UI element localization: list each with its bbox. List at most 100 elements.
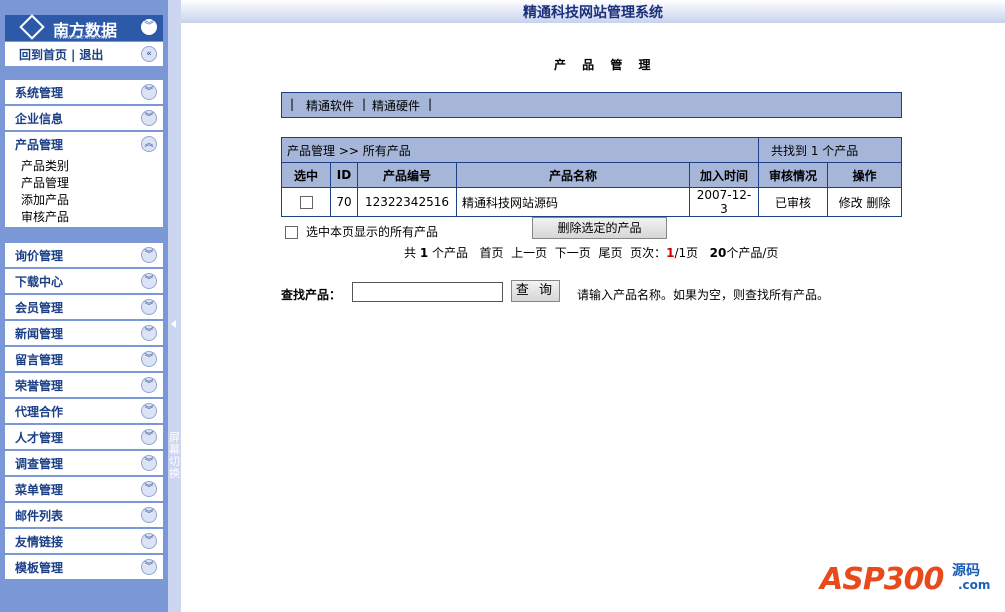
pager-text: 共 bbox=[404, 246, 420, 260]
pager-prev[interactable]: 上一页 bbox=[511, 246, 547, 260]
sidebar-item-label: 询价管理 bbox=[15, 249, 64, 263]
result-count: 共找到 1 个产品 bbox=[758, 137, 902, 163]
sidebar-item-members[interactable]: 会员管理 ︾ bbox=[5, 295, 163, 319]
screen-switch-bar[interactable]: 屏幕切换 bbox=[168, 0, 181, 612]
home-link[interactable]: 回到首页 bbox=[19, 48, 67, 62]
sidebar-item-download[interactable]: 下载中心 ︾ bbox=[5, 269, 163, 293]
pager-total: 1 bbox=[419, 246, 429, 260]
table-row: 70 12322342516 精通科技网站源码 2007-12-3 已审核 修改… bbox=[281, 187, 902, 217]
home-nav-row: 回到首页 | 退出 « bbox=[5, 42, 163, 66]
sidebar-item-label: 留言管理 bbox=[15, 353, 64, 367]
sidebar-item-guestbook[interactable]: 留言管理 ︾ bbox=[5, 347, 163, 371]
chevron-down-icon[interactable]: ︾ bbox=[141, 403, 157, 419]
products-table: 产品管理 >> 所有产品 共找到 1 个产品 选中 ID 产品编号 产品名称 加… bbox=[281, 137, 902, 217]
sidebar-item-menu[interactable]: 菜单管理 ︾ bbox=[5, 477, 163, 501]
row-select-cell bbox=[281, 187, 331, 217]
sidebar-item-agency[interactable]: 代理合作 ︾ bbox=[5, 399, 163, 423]
select-all-checkbox[interactable] bbox=[285, 226, 298, 239]
column-header: 产品编号 bbox=[357, 162, 457, 188]
watermark-brand: ASP300 bbox=[820, 562, 944, 597]
sidebar-item-templates[interactable]: 模板管理 ︾ bbox=[5, 555, 163, 579]
chevron-down-icon[interactable]: ︾ bbox=[141, 299, 157, 315]
chevron-down-icon[interactable]: ︾ bbox=[141, 273, 157, 289]
sidebar-item-label: 代理合作 bbox=[15, 405, 64, 419]
chevron-down-icon[interactable]: ︾ bbox=[141, 84, 157, 100]
sidebar-item-label: 邮件列表 bbox=[15, 509, 64, 523]
chevron-down-icon[interactable]: ︾ bbox=[141, 455, 157, 471]
chevron-down-icon[interactable]: ︾ bbox=[141, 19, 157, 35]
sidebar-item-label: 菜单管理 bbox=[15, 483, 64, 497]
chevron-up-icon[interactable]: ︽ bbox=[141, 136, 157, 152]
column-header: 选中 bbox=[281, 162, 331, 188]
chevron-down-icon[interactable]: ︾ bbox=[141, 110, 157, 126]
sidebar-logo: 南方数据 WWW.SOUTHIDC.NET ︾ bbox=[5, 14, 163, 41]
column-header: ID bbox=[330, 162, 358, 188]
row-name: 精通科技网站源码 bbox=[456, 187, 690, 217]
pager-next[interactable]: 下一页 bbox=[555, 246, 591, 260]
chevron-down-icon[interactable]: ︾ bbox=[141, 429, 157, 445]
double-chevron-left-icon[interactable]: « bbox=[141, 46, 157, 62]
chevron-down-icon[interactable]: ︾ bbox=[141, 377, 157, 393]
product-submenu: 产品类别 产品管理 添加产品 审核产品 bbox=[5, 155, 163, 227]
chevron-down-icon[interactable]: ︾ bbox=[141, 559, 157, 575]
pager-first[interactable]: 首页 bbox=[479, 246, 503, 260]
sidebar-item-label: 模板管理 bbox=[15, 561, 64, 575]
pagination: 共 1 个产品 首页 上一页 下一页 尾页 页次：1/1页 20个产品/页 bbox=[404, 244, 778, 261]
search-button[interactable]: 查 询 bbox=[511, 280, 560, 302]
watermark-logo: ASP300 源码 .com bbox=[820, 552, 990, 600]
screen-switch-label: 屏幕切换 bbox=[169, 431, 180, 480]
row-code: 12322342516 bbox=[357, 187, 457, 217]
sidebar-item-survey[interactable]: 调查管理 ︾ bbox=[5, 451, 163, 475]
delete-link[interactable]: 删除 bbox=[866, 196, 890, 210]
column-header: 加入时间 bbox=[689, 162, 759, 188]
chevron-down-icon[interactable]: ︾ bbox=[141, 325, 157, 341]
sidebar-item-inquiry[interactable]: 询价管理 ︾ bbox=[5, 243, 163, 267]
column-header: 审核情况 bbox=[758, 162, 828, 188]
sidebar-item-label: 人才管理 bbox=[15, 431, 64, 445]
sidebar-item-news[interactable]: 新闻管理 ︾ bbox=[5, 321, 163, 345]
chevron-down-icon[interactable]: ︾ bbox=[141, 351, 157, 367]
sidebar-item-label: 荣誉管理 bbox=[15, 379, 64, 393]
breadcrumb: 产品管理 >> 所有产品 bbox=[281, 137, 759, 163]
chevron-down-icon[interactable]: ︾ bbox=[141, 507, 157, 523]
main-content: 产 品 管 理 | 精通软件 | 精通硬件 | 产品管理 >> 所有产品 共找到… bbox=[181, 23, 1005, 612]
submenu-item-category[interactable]: 产品类别 bbox=[21, 157, 69, 174]
submenu-item-add[interactable]: 添加产品 bbox=[21, 191, 69, 208]
sidebar-item-system[interactable]: 系统管理 ︾ bbox=[5, 80, 163, 104]
category-link[interactable]: 精通硬件 bbox=[372, 97, 420, 114]
sidebar-item-honors[interactable]: 荣誉管理 ︾ bbox=[5, 373, 163, 397]
pager-last[interactable]: 尾页 bbox=[598, 246, 622, 260]
edit-link[interactable]: 修改 bbox=[839, 196, 863, 210]
sidebar-item-products[interactable]: 产品管理 ︽ bbox=[5, 132, 163, 156]
sidebar-item-company[interactable]: 企业信息 ︾ bbox=[5, 106, 163, 130]
sidebar-item-talent[interactable]: 人才管理 ︾ bbox=[5, 425, 163, 449]
search-label: 查找产品： bbox=[281, 288, 342, 302]
logo-diamond-icon bbox=[19, 14, 45, 40]
sidebar-item-label: 会员管理 bbox=[15, 301, 64, 315]
row-checkbox[interactable] bbox=[299, 196, 313, 209]
delete-selected-button[interactable]: 删除选定的产品 bbox=[532, 217, 667, 239]
sidebar-item-mail[interactable]: 邮件列表 ︾ bbox=[5, 503, 163, 527]
separator: | bbox=[362, 97, 367, 111]
row-status: 已审核 bbox=[758, 187, 828, 217]
submenu-item-manage[interactable]: 产品管理 bbox=[21, 174, 69, 191]
sidebar-item-label: 调查管理 bbox=[15, 457, 64, 471]
select-all-label: 选中本页显示的所有产品 bbox=[306, 225, 439, 239]
system-title: 精通科技网站管理系统 bbox=[523, 5, 663, 21]
row-id: 70 bbox=[330, 187, 358, 217]
chevron-down-icon[interactable]: ︾ bbox=[141, 481, 157, 497]
column-header: 产品名称 bbox=[456, 162, 690, 188]
pager-per-page: 20 bbox=[709, 246, 727, 260]
sidebar: 南方数据 WWW.SOUTHIDC.NET ︾ 回到首页 | 退出 « 系统管理 ︾… bbox=[0, 0, 168, 612]
pager-text: 页次： bbox=[630, 246, 667, 260]
search-input[interactable] bbox=[352, 282, 503, 302]
chevron-down-icon[interactable]: ︾ bbox=[141, 247, 157, 263]
collapse-arrow-icon[interactable] bbox=[171, 320, 176, 328]
logout-link[interactable]: 退出 bbox=[79, 48, 103, 62]
chevron-down-icon[interactable]: ︾ bbox=[141, 533, 157, 549]
sidebar-item-links[interactable]: 友情链接 ︾ bbox=[5, 529, 163, 553]
search-hint: 请输入产品名称。如果为空，则查找所有产品。 bbox=[577, 288, 830, 302]
submenu-item-review[interactable]: 审核产品 bbox=[21, 208, 69, 225]
category-link[interactable]: 精通软件 bbox=[306, 97, 354, 114]
sidebar-item-label: 新闻管理 bbox=[15, 327, 64, 341]
